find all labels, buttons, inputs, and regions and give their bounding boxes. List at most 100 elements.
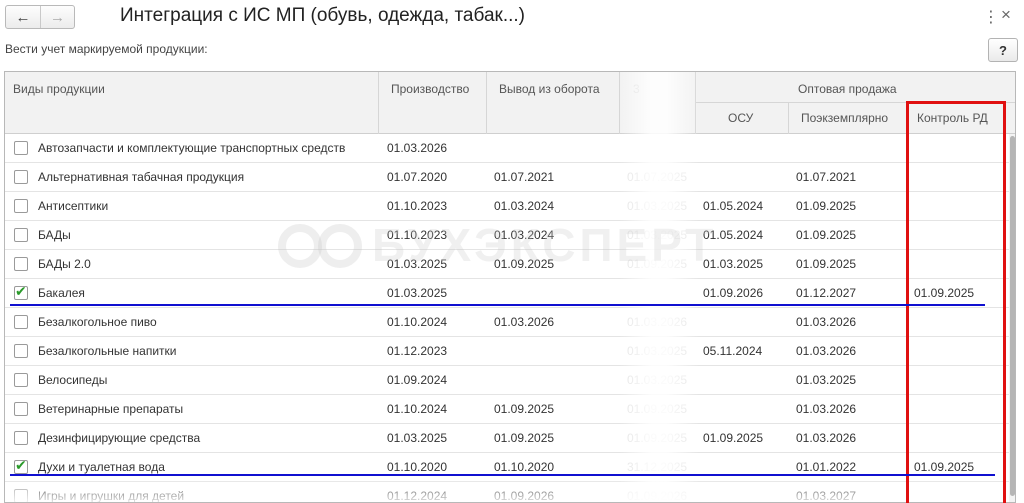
row-checkbox[interactable] bbox=[14, 373, 28, 387]
cell-per-item: 01.03.2026 bbox=[796, 402, 857, 416]
cell-withdrawal: 01.03.2024 bbox=[494, 199, 555, 213]
cell-per-item: 01.07.2021 bbox=[796, 170, 857, 184]
table-row[interactable]: Альтернативная табачная продукция 01.07.2… bbox=[5, 163, 1015, 192]
header-production[interactable]: Производство bbox=[391, 82, 469, 96]
table-header: Виды продукции Производство Вывод из обо… bbox=[5, 72, 1015, 134]
table-row[interactable]: Духи и туалетная вода 01.10.2020 01.10.202… bbox=[5, 453, 1015, 482]
cell-retail-partial: 01.03.2025 bbox=[627, 228, 688, 242]
section-subtitle: Вести учет маркируемой продукции: bbox=[5, 42, 208, 56]
scrollbar-thumb[interactable] bbox=[1010, 136, 1015, 496]
title-bar: ← → Интеграция с ИС МП (обувь, одежда, т… bbox=[0, 0, 1024, 34]
row-checkbox[interactable] bbox=[14, 431, 28, 445]
row-checkbox[interactable] bbox=[14, 344, 28, 358]
row-checkbox[interactable] bbox=[14, 170, 28, 184]
vertical-scrollbar[interactable] bbox=[1009, 134, 1015, 502]
cell-retail-partial: 01.09.2025 bbox=[627, 431, 688, 445]
table-row[interactable]: Безалкогольное пиво 01.10.2024 01.03.2026 0… bbox=[5, 308, 1015, 337]
table-row[interactable]: БАДы 2.0 01.03.2025 01.09.2025 01.09.2025 01… bbox=[5, 250, 1015, 279]
cell-production: 01.10.2023 bbox=[387, 199, 448, 213]
cell-control-rd: 01.09.2025 bbox=[914, 460, 975, 474]
cell-product-name: Духи и туалетная вода bbox=[38, 460, 165, 474]
cell-product-name: Антисептики bbox=[38, 199, 109, 213]
cell-per-item: 01.03.2027 bbox=[796, 489, 857, 503]
cell-production: 01.10.2024 bbox=[387, 315, 448, 329]
cell-withdrawal: 01.03.2024 bbox=[494, 228, 555, 242]
forward-arrow-icon[interactable]: → bbox=[40, 6, 74, 28]
back-arrow-icon[interactable]: ← bbox=[6, 6, 40, 28]
page-title: Интеграция с ИС МП (обувь, одежда, табак… bbox=[120, 5, 525, 26]
help-button[interactable]: ? bbox=[988, 38, 1018, 62]
cell-production: 01.03.2025 bbox=[387, 286, 448, 300]
row-checkbox[interactable] bbox=[14, 283, 28, 300]
cell-retail-partial: 01.09.2025 bbox=[627, 402, 688, 416]
cell-retail-partial: 31.12.2025 bbox=[627, 460, 688, 474]
cell-product-name: Автозапчасти и комплектующие транспортны… bbox=[38, 141, 346, 155]
close-icon[interactable]: × bbox=[1001, 5, 1011, 25]
row-checkbox[interactable] bbox=[14, 315, 28, 329]
cell-withdrawal: 01.09.2025 bbox=[494, 431, 555, 445]
cell-production: 01.10.2020 bbox=[387, 460, 448, 474]
cell-withdrawal: 01.07.2021 bbox=[494, 170, 555, 184]
table-row[interactable]: Ветеринарные препараты 01.10.2024 01.09.20… bbox=[5, 395, 1015, 424]
cell-production: 01.10.2024 bbox=[387, 402, 448, 416]
more-menu-icon[interactable]: ⋮ bbox=[983, 7, 999, 27]
table-row[interactable]: БАДы 01.10.2023 01.03.2024 01.03.2025 01.05.… bbox=[5, 221, 1015, 250]
table-row[interactable]: Дезинфицирующие средства 01.03.2025 01.09.… bbox=[5, 424, 1015, 453]
cell-product-name: Безалкогольное пиво bbox=[38, 315, 157, 329]
row-checkbox[interactable] bbox=[14, 257, 28, 271]
header-per-item[interactable]: Поэкземплярно bbox=[801, 111, 888, 125]
cell-withdrawal: 01.10.2020 bbox=[494, 460, 555, 474]
header-wholesale-group: Оптовая продажа bbox=[798, 82, 897, 96]
table-row[interactable]: Бакалея 01.03.2025 01.09.2026 01.12.2027 01.… bbox=[5, 279, 1015, 308]
cell-control-rd: 01.09.2025 bbox=[914, 286, 975, 300]
row-checkbox[interactable] bbox=[14, 228, 28, 242]
products-table: Виды продукции Производство Вывод из обо… bbox=[4, 71, 1016, 503]
cell-product-name: Ветеринарные препараты bbox=[38, 402, 184, 416]
cell-per-item: 01.09.2025 bbox=[796, 199, 857, 213]
table-row[interactable]: Велосипеды 01.09.2024 01.03.2025 01.03.2025 bbox=[5, 366, 1015, 395]
row-checkbox[interactable] bbox=[14, 199, 28, 213]
cell-production: 01.10.2023 bbox=[387, 228, 448, 242]
row-checkbox[interactable] bbox=[14, 402, 28, 416]
cell-retail-partial: 01.07.2025 bbox=[627, 170, 688, 184]
cell-withdrawal: 01.09.2025 bbox=[494, 257, 555, 271]
cell-retail-partial: 01.03.2026 bbox=[627, 315, 688, 329]
cell-per-item: 01.03.2025 bbox=[796, 373, 857, 387]
table-row[interactable]: Автозапчасти и комплектующие транспортны… bbox=[5, 134, 1015, 163]
cell-production: 01.07.2020 bbox=[387, 170, 448, 184]
cell-product-name: БАДы bbox=[38, 228, 71, 242]
cell-retail-partial: 01.03.2025 bbox=[627, 199, 688, 213]
cell-osu: 01.05.2024 bbox=[703, 228, 764, 242]
header-retail-partial[interactable]: 3 bbox=[633, 82, 640, 96]
cell-osu: 05.11.2024 bbox=[703, 344, 763, 358]
cell-per-item: 01.03.2026 bbox=[796, 315, 857, 329]
header-osu[interactable]: ОСУ bbox=[728, 111, 753, 125]
row-checkbox[interactable] bbox=[14, 457, 28, 474]
cell-retail-partial: 01.03.2025 bbox=[627, 344, 688, 358]
cell-per-item: 01.03.2026 bbox=[796, 344, 857, 358]
header-withdrawal[interactable]: Вывод из оборота bbox=[499, 82, 600, 96]
cell-withdrawal: 01.09.2025 bbox=[494, 402, 555, 416]
header-kind[interactable]: Виды продукции bbox=[13, 82, 105, 96]
cell-product-name: Дезинфицирующие средства bbox=[38, 431, 201, 445]
cell-production: 01.09.2024 bbox=[387, 373, 448, 387]
table-row[interactable]: Игры и игрушки для детей 01.12.2024 01.09.… bbox=[5, 482, 1015, 503]
table-row[interactable]: Антисептики 01.10.2023 01.03.2024 01.03.202… bbox=[5, 192, 1015, 221]
cell-production: 01.03.2025 bbox=[387, 431, 448, 445]
cell-production: 01.03.2026 bbox=[387, 141, 448, 155]
cell-product-name: БАДы 2.0 bbox=[38, 257, 91, 271]
cell-osu: 01.05.2024 bbox=[703, 199, 764, 213]
cell-production: 01.12.2024 bbox=[387, 489, 448, 503]
row-checkbox[interactable] bbox=[14, 489, 28, 502]
header-control-rd[interactable]: Контроль РД bbox=[917, 111, 988, 125]
cell-product-name: Безалкогольные напитки bbox=[38, 344, 177, 358]
cell-osu: 01.09.2025 bbox=[703, 431, 764, 445]
cell-production: 01.12.2023 bbox=[387, 344, 448, 358]
table-row[interactable]: Безалкогольные напитки 01.12.2023 01.03.20… bbox=[5, 337, 1015, 366]
cell-retail-partial: 01.03.2025 bbox=[627, 373, 688, 387]
cell-per-item: 01.01.2022 bbox=[796, 460, 857, 474]
row-checkbox[interactable] bbox=[14, 141, 28, 155]
cell-product-name: Велосипеды bbox=[38, 373, 108, 387]
cell-product-name: Альтернативная табачная продукция bbox=[38, 170, 245, 184]
cell-product-name: Игры и игрушки для детей bbox=[38, 489, 185, 503]
